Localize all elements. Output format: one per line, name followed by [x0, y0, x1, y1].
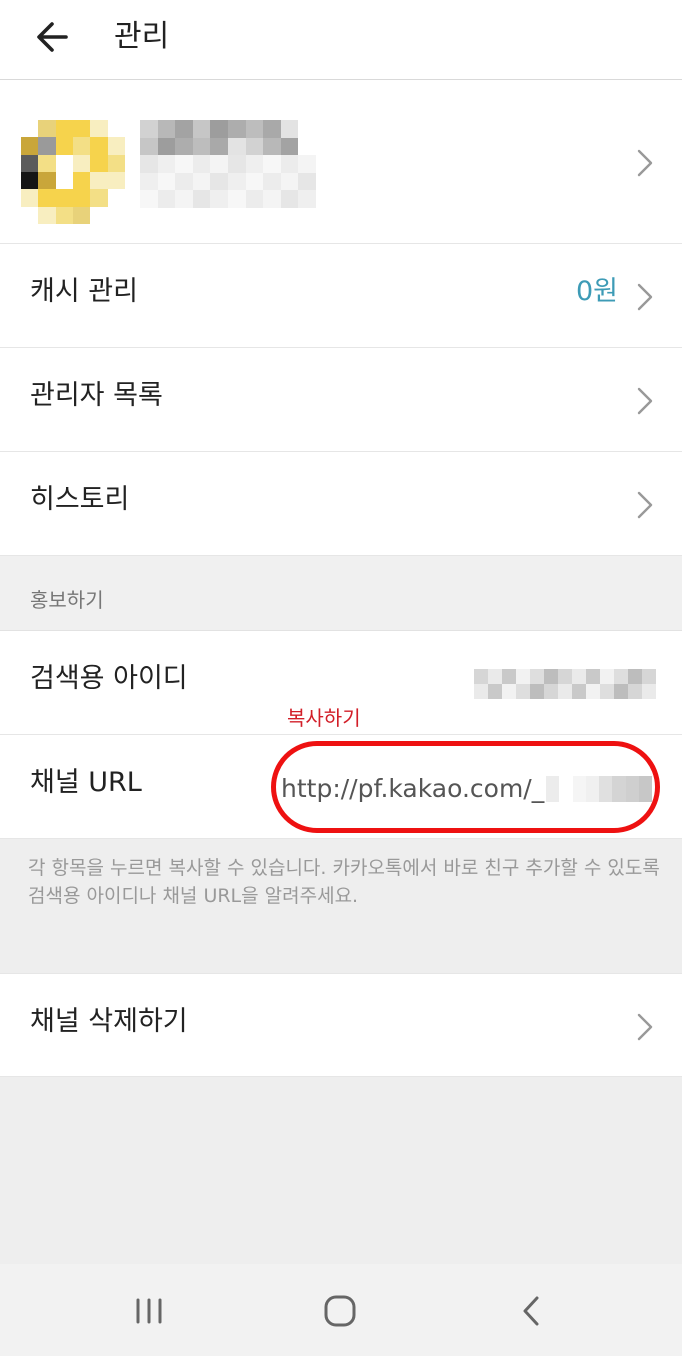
chevron-right-icon: [637, 1013, 653, 1041]
cash-management-label: 캐시 관리: [30, 276, 138, 307]
copy-annotation: 복사하기: [287, 706, 361, 730]
back-icon[interactable]: [502, 1286, 562, 1336]
avatar: [21, 120, 125, 224]
chevron-right-icon: [637, 149, 653, 177]
chevron-right-icon: [637, 283, 653, 311]
home-icon[interactable]: [310, 1286, 370, 1336]
channel-profile-row[interactable]: [0, 80, 682, 244]
back-arrow-icon[interactable]: [24, 12, 80, 64]
copy-highlight-ring: [271, 741, 660, 833]
channel-name-redacted: [140, 120, 316, 208]
page-title: 관리: [114, 19, 170, 54]
channel-url-label: 채널 URL: [30, 767, 142, 798]
recent-apps-icon[interactable]: [119, 1286, 179, 1336]
chevron-right-icon: [637, 491, 653, 519]
delete-channel-row[interactable]: 채널 삭제하기: [0, 973, 682, 1077]
history-label: 히스토리: [30, 484, 130, 515]
cash-balance: 0원: [575, 276, 618, 307]
chevron-right-icon: [637, 387, 653, 415]
delete-channel-label: 채널 삭제하기: [30, 1006, 188, 1037]
promo-section-header: 홍보하기: [0, 556, 682, 631]
promo-section-title: 홍보하기: [30, 588, 104, 612]
admin-list-row[interactable]: 관리자 목록: [0, 348, 682, 452]
admin-list-label: 관리자 목록: [30, 380, 163, 411]
search-id-value-redacted: [474, 669, 656, 699]
system-nav-bar: [0, 1264, 682, 1356]
app-header: 관리: [0, 0, 682, 80]
history-row[interactable]: 히스토리: [0, 452, 682, 556]
help-text: 각 항목을 누르면 복사할 수 있습니다. 카카오톡에서 바로 친구 추가할 수…: [28, 857, 660, 907]
search-id-label: 검색용 아이디: [30, 663, 188, 694]
cash-management-row[interactable]: 캐시 관리 0원: [0, 244, 682, 348]
